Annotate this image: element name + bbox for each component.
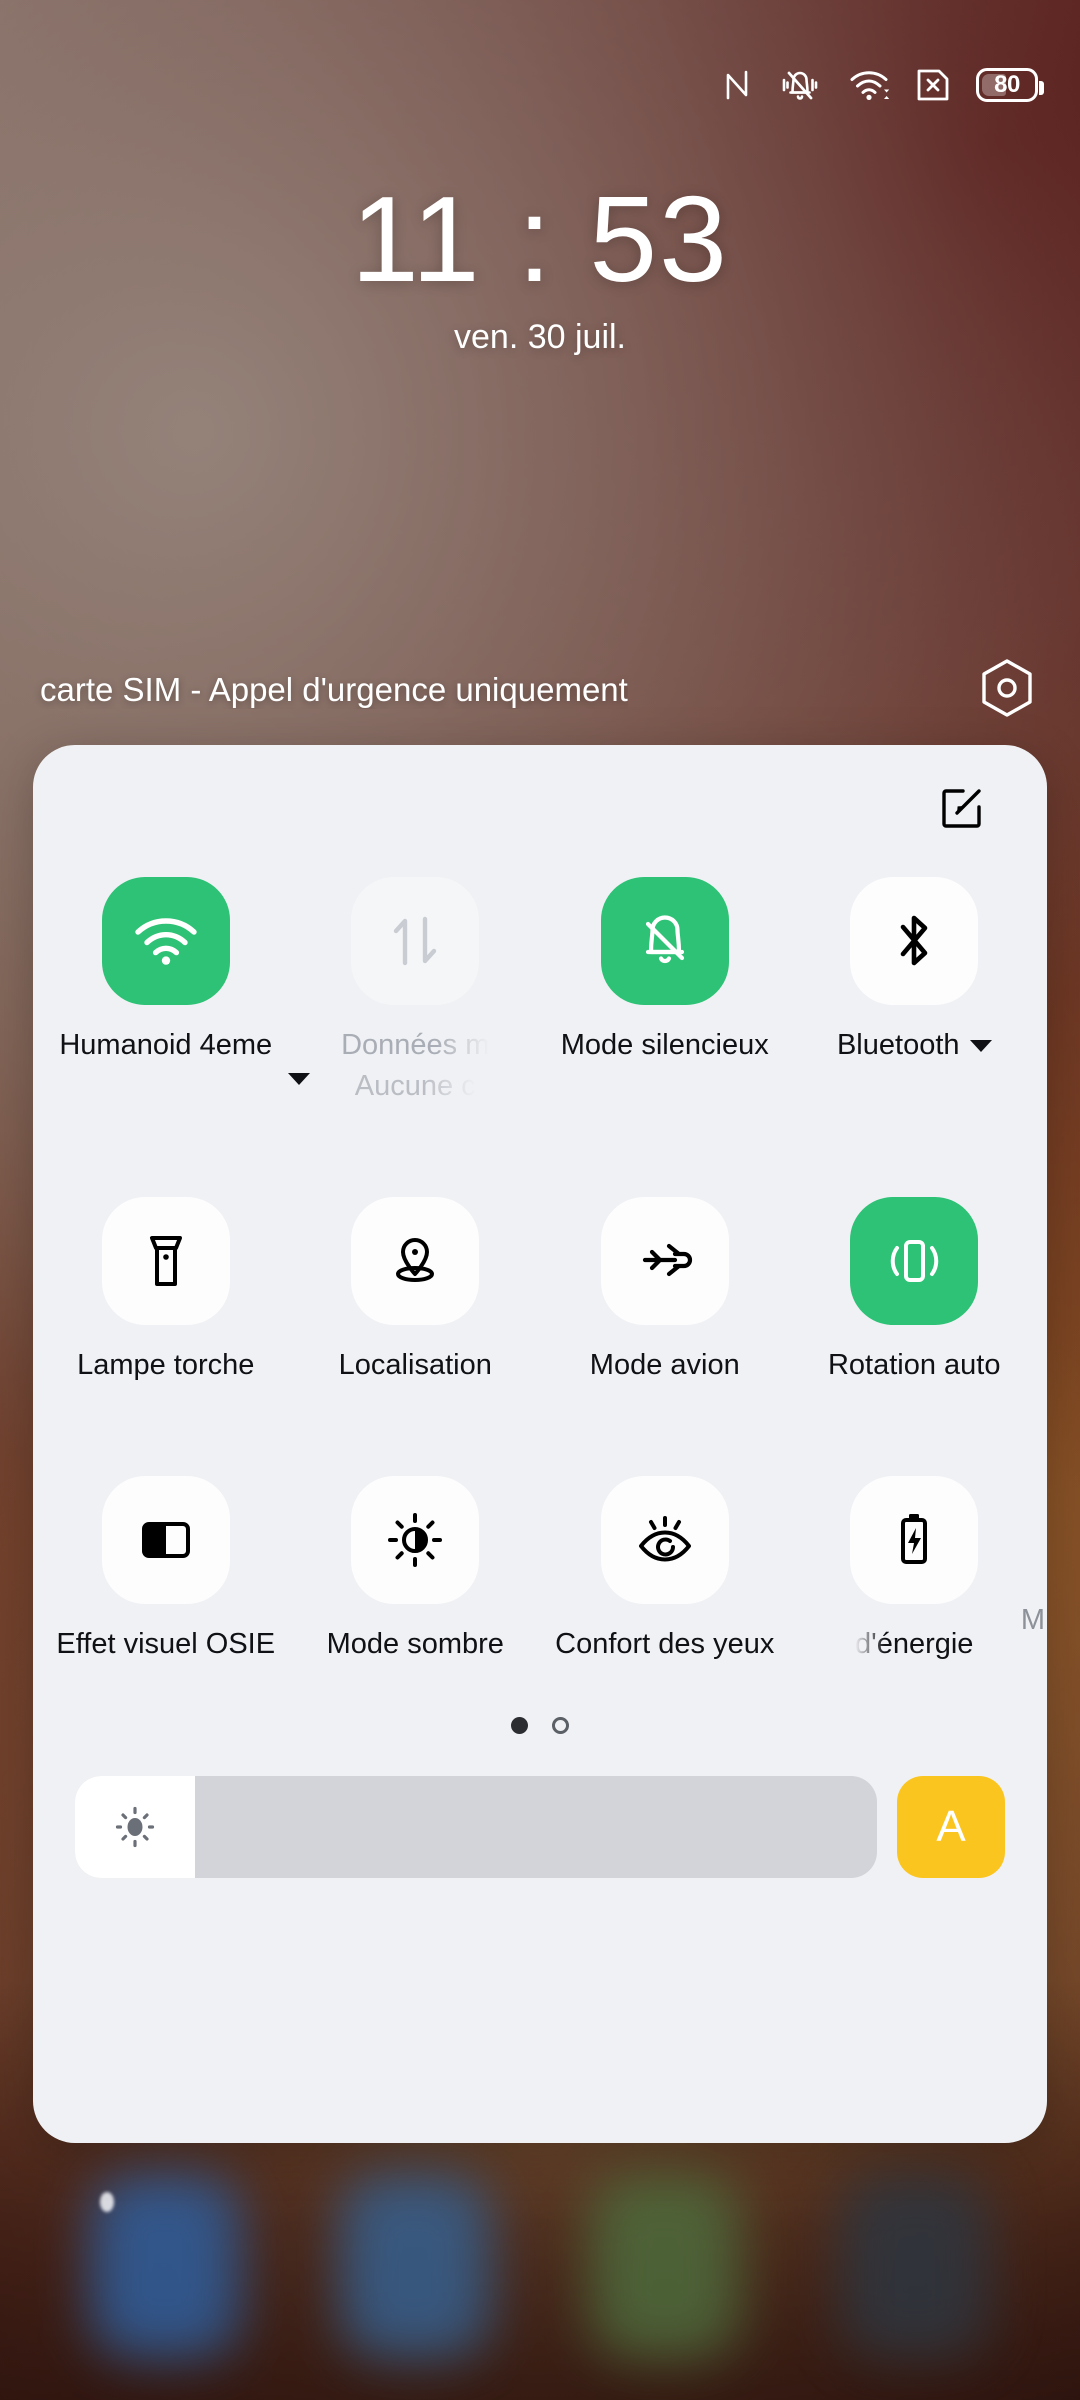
tile-row: Lampe torche Localisation Mode avion Rot…	[41, 1197, 1039, 1384]
tile-wifi-label: Humanoid 4eme	[59, 1029, 273, 1061]
tile-dark-mode-label: Mode sombre	[326, 1628, 504, 1661]
tile-auto-rotate-button[interactable]	[850, 1197, 979, 1326]
tile-dark-mode-button[interactable]	[351, 1476, 480, 1605]
clock-date: ven. 30 juil.	[454, 317, 626, 356]
quick-settings-panel: Humanoid 4eme Données m Aucune c Mode si…	[33, 745, 1047, 2143]
tile-row: Effet visuel OSIE Mode sombre Confort de…	[41, 1476, 1045, 1663]
tile-wifi[interactable]: Humanoid 4eme	[41, 877, 310, 1085]
bluetooth-icon	[900, 915, 928, 966]
tile-mobile-data-label: Données m	[341, 1029, 490, 1061]
lockscreen-clock: 11 : 53 ven. 30 juil.	[0, 168, 1080, 357]
home-dock-blurred	[0, 2150, 1080, 2380]
airplane-icon	[642, 1244, 692, 1277]
settings-hex-icon[interactable]	[980, 658, 1034, 723]
tile-auto-rotate-label: Rotation auto	[827, 1349, 1001, 1382]
tile-eye-comfort-button[interactable]	[600, 1476, 729, 1605]
tile-silent-mode-button[interactable]	[600, 877, 729, 1005]
auto-brightness-button[interactable]: A	[897, 1776, 1005, 1879]
page-dot-active[interactable]	[511, 1717, 528, 1735]
tile-bluetooth-label: Bluetooth	[836, 1029, 960, 1061]
tile-auto-rotate[interactable]: Rotation auto	[790, 1197, 1040, 1384]
wifi-icon	[848, 68, 890, 102]
tile-battery-saver[interactable]: d'énergie M	[790, 1476, 1045, 1663]
tile-osie-visual-effect-button[interactable]	[101, 1476, 230, 1605]
clock-time: 11 : 53	[350, 171, 730, 307]
tile-mobile-data-button[interactable]	[351, 877, 480, 1005]
dock-app-icon	[590, 2172, 740, 2358]
tile-location-button[interactable]	[351, 1197, 480, 1326]
tile-mobile-data-sublabel: Aucune c	[354, 1070, 476, 1103]
tile-bluetooth[interactable]: Bluetooth	[790, 877, 1040, 1064]
battery-indicator: 80	[976, 68, 1044, 102]
tile-battery-saver-label: d'énergie	[855, 1628, 974, 1661]
page-indicator	[33, 1717, 1047, 1735]
sim-missing-icon	[916, 67, 950, 103]
edit-pencil-icon[interactable]	[939, 781, 989, 836]
tile-eye-comfort[interactable]: Confort des yeux	[540, 1476, 790, 1663]
tile-location-label: Localisation	[338, 1349, 492, 1382]
tile-mobile-data[interactable]: Données m Aucune c	[291, 877, 541, 1105]
brightness-row: A	[33, 1776, 1047, 1879]
battery-saver-icon	[901, 1514, 928, 1565]
status-bar: 80	[0, 0, 1080, 170]
brightness-slider[interactable]	[75, 1776, 877, 1879]
tile-airplane-mode-label: Mode avion	[589, 1349, 740, 1382]
battery-percent-label: 80	[994, 71, 1020, 98]
split-square-icon	[141, 1522, 190, 1559]
wifi-icon	[135, 918, 197, 965]
dock-app-icon	[340, 2172, 490, 2358]
tile-grid: Humanoid 4eme Données m Aucune c Mode si…	[33, 877, 1047, 1663]
tile-silent-mode-label: Mode silencieux	[560, 1029, 769, 1061]
dock-app-icon	[840, 2172, 990, 2358]
nfc-icon	[722, 68, 752, 102]
dark-mode-icon	[388, 1513, 443, 1568]
tile-wifi-button[interactable]	[101, 877, 230, 1005]
tile-bluetooth-button[interactable]	[850, 877, 979, 1005]
tile-row: Humanoid 4eme Données m Aucune c Mode si…	[41, 877, 1039, 1105]
tile-airplane-mode-button[interactable]	[600, 1197, 729, 1326]
eye-comfort-icon	[638, 1516, 691, 1562]
tile-osie-visual-effect-label: Effet visuel OSIE	[56, 1628, 276, 1661]
next-page-tile-peek-label: M	[1020, 1604, 1045, 1637]
quick-settings-header	[33, 745, 1047, 871]
tile-eye-comfort-label: Confort des yeux	[555, 1628, 775, 1661]
tile-dark-mode[interactable]: Mode sombre	[291, 1476, 541, 1663]
tile-battery-saver-button[interactable]	[850, 1476, 979, 1605]
tile-flashlight-button[interactable]	[101, 1197, 230, 1326]
tile-osie-visual-effect[interactable]: Effet visuel OSIE	[41, 1476, 291, 1663]
chevron-down-icon[interactable]	[969, 1039, 992, 1052]
tile-silent-mode[interactable]: Mode silencieux	[540, 877, 790, 1064]
carrier-label: carte SIM - Appel d'urgence uniquement	[40, 671, 628, 708]
page-dot-inactive[interactable]	[552, 1717, 569, 1735]
brightness-slider-fill	[75, 1776, 196, 1879]
bell-off-icon	[645, 915, 684, 964]
location-pin-icon	[396, 1238, 435, 1283]
tile-flashlight-label: Lampe torche	[77, 1349, 255, 1382]
carrier-row: carte SIM - Appel d'urgence uniquement	[0, 655, 1080, 725]
rotate-phone-icon	[891, 1240, 939, 1283]
tile-location[interactable]: Localisation	[291, 1197, 541, 1384]
flashlight-icon	[149, 1236, 182, 1287]
home-page-indicator-dot	[100, 2192, 114, 2212]
tile-flashlight[interactable]: Lampe torche	[41, 1197, 291, 1384]
tile-airplane-mode[interactable]: Mode avion	[540, 1197, 790, 1384]
silent-vibrate-icon	[778, 68, 822, 102]
brightness-sun-icon	[116, 1807, 155, 1848]
auto-brightness-label: A	[936, 1802, 966, 1852]
mobile-data-icon	[394, 916, 437, 966]
